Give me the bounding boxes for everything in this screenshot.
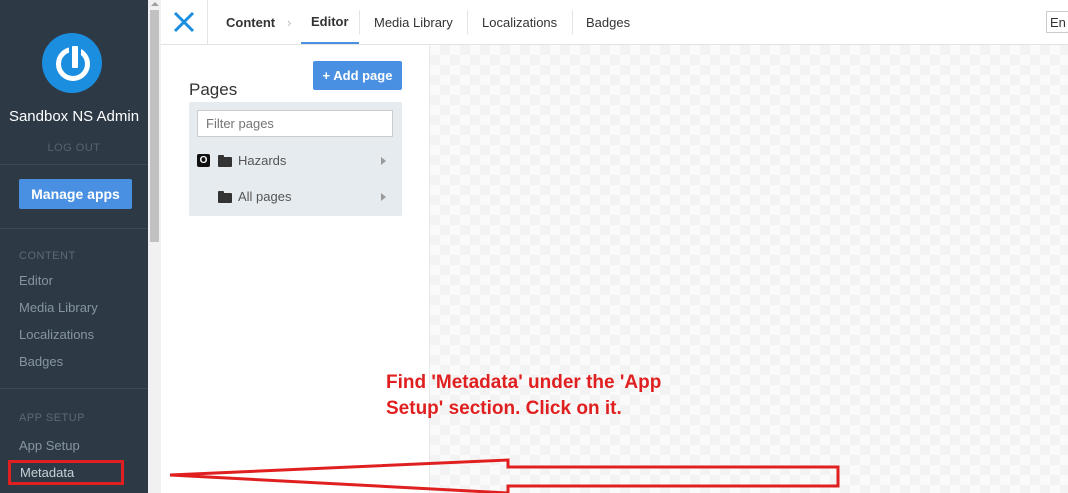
manage-apps-button[interactable]: Manage apps: [19, 179, 132, 209]
instruction-annotation: Find 'Metadata' under the 'App Setup' se…: [386, 372, 662, 419]
sidebar: Sandbox NS Admin LOG OUT Manage apps CON…: [0, 0, 148, 493]
add-page-button[interactable]: + Add page: [313, 61, 402, 90]
sidebar-item-localizations[interactable]: Localizations: [19, 327, 94, 342]
content-section-label: CONTENT: [19, 250, 76, 262]
folder-icon: [218, 155, 232, 167]
sidebar-scrollbar[interactable]: [148, 0, 161, 493]
sidebar-item-metadata[interactable]: Metadata: [8, 460, 124, 485]
tree-item-label: Hazards: [238, 153, 287, 168]
chevron-right-icon[interactable]: [381, 157, 386, 165]
tab-divider: [359, 10, 360, 34]
divider: [0, 164, 148, 165]
app-name: Sandbox NS Admin: [8, 108, 140, 125]
pages-panel: Pages + Add page O Hazards All pages: [161, 45, 430, 493]
sidebar-item-badges[interactable]: Badges: [19, 354, 63, 369]
chevron-right-icon: ›: [287, 14, 292, 30]
tree-item-hazards[interactable]: O Hazards: [189, 149, 402, 173]
tree-item-label: All pages: [238, 189, 292, 204]
close-button[interactable]: [161, 0, 208, 44]
logout-link[interactable]: LOG OUT: [0, 142, 148, 154]
divider: [0, 228, 148, 229]
sidebar-item-label: Metadata: [20, 465, 75, 480]
tab-localizations[interactable]: Localizations: [482, 0, 557, 44]
tab-editor[interactable]: Editor: [301, 0, 359, 44]
app-setup-section-label: APP SETUP: [19, 412, 86, 424]
tab-divider: [467, 10, 468, 34]
editor-canvas[interactable]: [430, 45, 1068, 493]
sidebar-item-editor[interactable]: Editor: [19, 273, 53, 288]
divider: [0, 388, 148, 389]
close-icon: [173, 11, 195, 33]
chevron-right-icon[interactable]: [381, 193, 386, 201]
folder-icon: [218, 191, 232, 203]
sidebar-item-media-library[interactable]: Media Library: [19, 300, 98, 315]
app-logo-power-icon: [42, 33, 102, 93]
breadcrumb-content[interactable]: Content: [226, 0, 275, 44]
tab-badges[interactable]: Badges: [586, 0, 630, 44]
tab-divider: [572, 10, 573, 34]
filter-pages-input[interactable]: [197, 110, 393, 137]
pages-title: Pages: [189, 80, 238, 99]
status-badge: O: [197, 154, 210, 167]
top-navigation: Content › Editor Media Library Localizat…: [161, 0, 1068, 45]
tree-item-all-pages[interactable]: All pages: [189, 185, 402, 209]
sidebar-item-app-setup[interactable]: App Setup: [19, 438, 80, 453]
tab-media-library[interactable]: Media Library: [374, 0, 453, 44]
scroll-thumb[interactable]: [150, 10, 159, 242]
page-tree: O Hazards All pages: [189, 102, 402, 216]
scroll-up-icon[interactable]: [151, 2, 159, 6]
language-select[interactable]: En: [1046, 11, 1068, 33]
